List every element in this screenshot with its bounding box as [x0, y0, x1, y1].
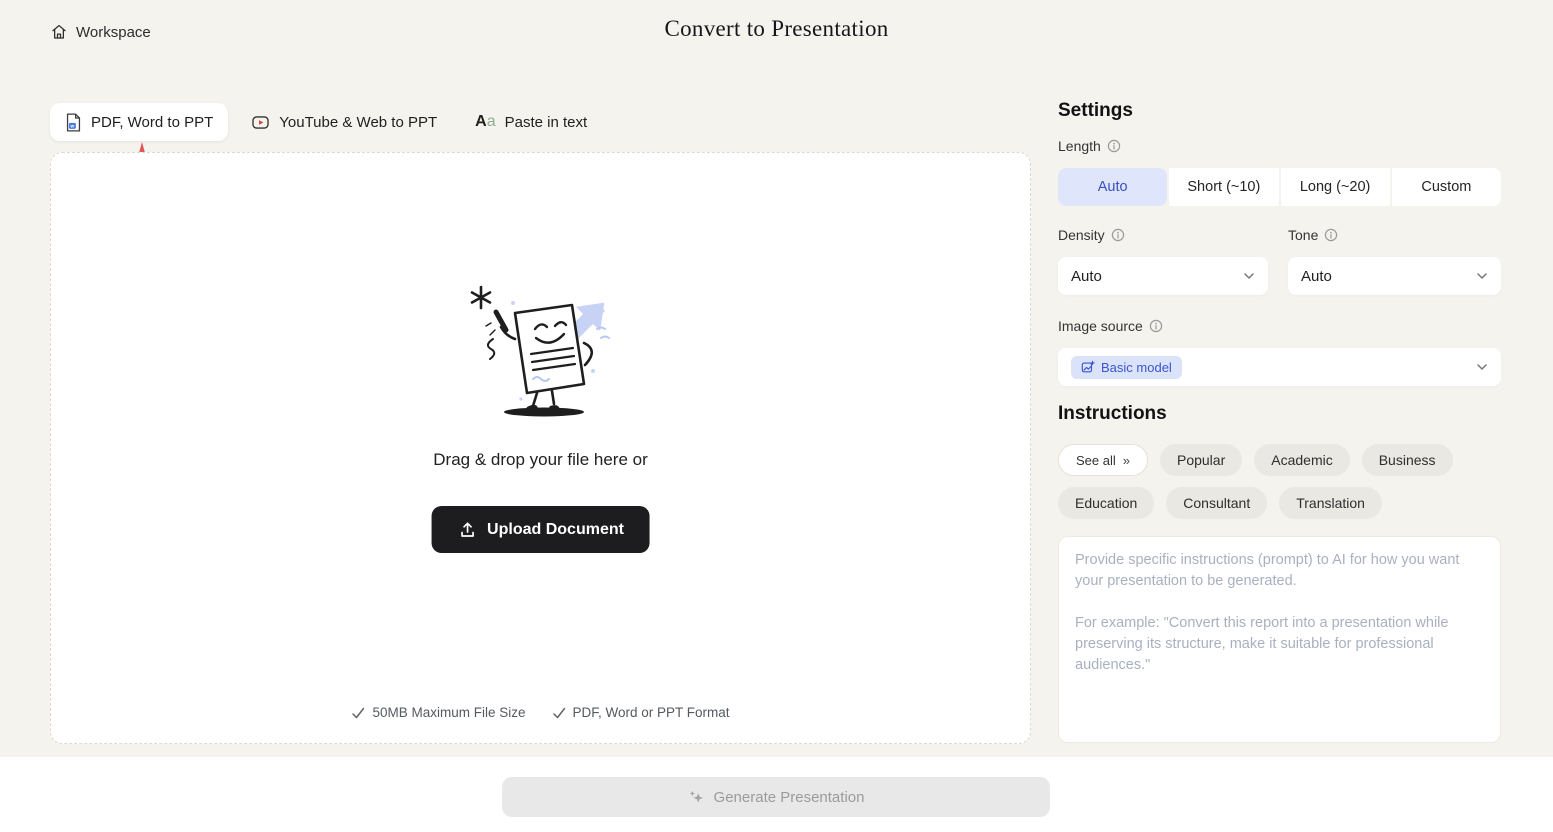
instructions-prompt-input[interactable]	[1058, 536, 1501, 743]
youtube-icon	[251, 113, 270, 132]
tone-dropdown[interactable]: Auto	[1288, 257, 1501, 295]
check-icon	[552, 706, 566, 720]
length-option-auto[interactable]: Auto	[1058, 168, 1167, 206]
tab-label: YouTube & Web to PPT	[279, 114, 437, 131]
length-segmented-control: Auto Short (~10) Long (~20) Custom	[1058, 168, 1501, 206]
image-source-dropdown[interactable]: Basic model	[1058, 348, 1501, 386]
tag-education[interactable]: Education	[1058, 487, 1154, 519]
tag-business[interactable]: Business	[1362, 444, 1453, 476]
settings-heading: Settings	[1058, 100, 1501, 122]
length-label: Length	[1058, 138, 1501, 154]
file-dropzone[interactable]: Drag & drop your file here or Upload Doc…	[50, 152, 1031, 744]
image-source-label: Image source	[1058, 318, 1501, 334]
requirement-item: 50MB Maximum File Size	[351, 705, 525, 720]
chevron-down-icon	[1476, 270, 1488, 282]
generate-presentation-button[interactable]: Generate Presentation	[502, 777, 1050, 817]
tag-popular[interactable]: Popular	[1160, 444, 1242, 476]
check-icon	[351, 706, 365, 720]
upload-button-label: Upload Document	[487, 521, 624, 539]
requirement-item: PDF, Word or PPT Format	[552, 705, 730, 720]
info-icon[interactable]	[1107, 139, 1121, 153]
tag-academic[interactable]: Academic	[1254, 444, 1349, 476]
instruction-tags-row-2: Education Consultant Translation	[1058, 487, 1501, 519]
image-model-icon	[1081, 360, 1095, 374]
instruction-tags-row-1: See all » Popular Academic Business	[1058, 444, 1501, 476]
svg-text:w: w	[70, 124, 75, 129]
page-title: Convert to Presentation	[0, 16, 1553, 42]
info-icon[interactable]	[1324, 228, 1338, 242]
double-chevron-right-icon: »	[1123, 453, 1130, 468]
document-character-illustration	[451, 281, 631, 426]
length-option-short[interactable]: Short (~10)	[1169, 168, 1278, 206]
tab-label: PDF, Word to PPT	[91, 114, 213, 131]
tag-translation[interactable]: Translation	[1279, 487, 1382, 519]
tab-label: Paste in text	[505, 114, 588, 131]
upload-icon	[457, 520, 477, 540]
footer-bar: Generate Presentation	[0, 757, 1553, 832]
word-doc-icon: w	[65, 113, 82, 132]
tab-youtube-web-to-ppt[interactable]: YouTube & Web to PPT	[236, 103, 452, 141]
info-icon[interactable]	[1111, 228, 1125, 242]
upload-document-button[interactable]: Upload Document	[431, 506, 650, 553]
generate-button-label: Generate Presentation	[714, 789, 865, 806]
source-tabs: w PDF, Word to PPT YouTube & Web to PPT …	[50, 103, 602, 141]
tone-label: Tone	[1288, 227, 1501, 243]
see-all-button[interactable]: See all »	[1058, 444, 1148, 476]
chevron-down-icon	[1476, 361, 1488, 373]
length-option-custom[interactable]: Custom	[1392, 168, 1501, 206]
tab-pdf-word-to-ppt[interactable]: w PDF, Word to PPT	[50, 103, 228, 141]
info-icon[interactable]	[1149, 319, 1163, 333]
density-label: Density	[1058, 227, 1268, 243]
tag-consultant[interactable]: Consultant	[1166, 487, 1267, 519]
file-requirements: 50MB Maximum File Size PDF, Word or PPT …	[51, 705, 1030, 720]
chevron-down-icon	[1243, 270, 1255, 282]
instructions-heading: Instructions	[1058, 403, 1501, 425]
settings-panel: Settings Length Auto Short (~10) Long (~…	[1058, 100, 1501, 748]
drag-drop-text: Drag & drop your file here or	[51, 450, 1030, 470]
app-window: Workspace Convert to Presentation w PDF,…	[0, 0, 1553, 832]
tab-paste-in-text[interactable]: Aa Paste in text	[460, 103, 602, 141]
text-aa-icon: Aa	[475, 114, 495, 130]
sparkles-icon	[688, 789, 705, 806]
density-dropdown[interactable]: Auto	[1058, 257, 1268, 295]
basic-model-pill: Basic model	[1071, 356, 1182, 379]
length-option-long[interactable]: Long (~20)	[1281, 168, 1390, 206]
